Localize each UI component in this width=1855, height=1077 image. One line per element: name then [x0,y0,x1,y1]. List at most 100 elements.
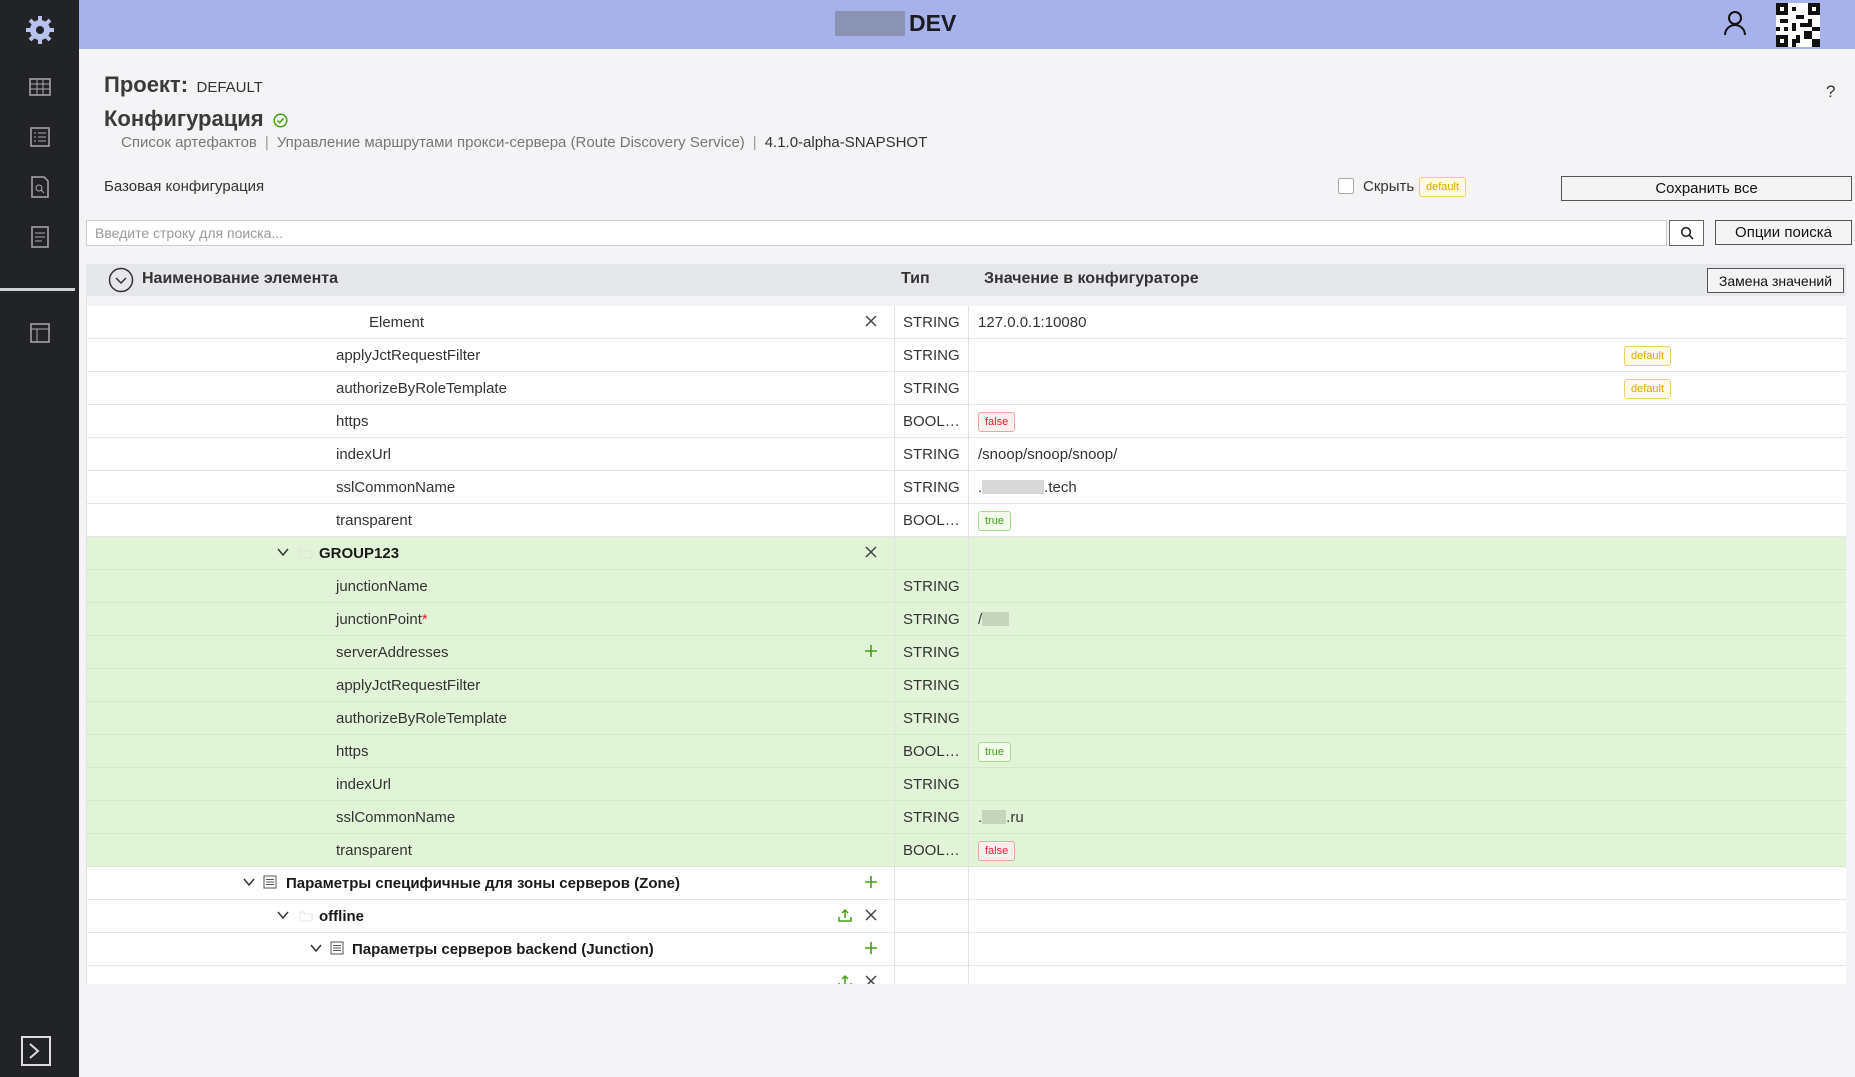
table-row[interactable]: junctionName STRING [87,570,1846,603]
chevron-down-icon[interactable] [242,875,256,889]
help-button[interactable]: ? [1826,82,1835,102]
close-icon[interactable] [864,974,878,984]
boolean-value-tag[interactable]: true [978,742,1011,762]
element-name: indexUrl [336,776,392,793]
table-row[interactable]: https BOOLEAN false [87,405,1846,438]
search-options-button[interactable]: Опции поиска [1715,220,1852,245]
column-value-header: Значение в конфигураторе [984,270,1199,287]
table-row[interactable]: authorizeByRoleTemplate STRING default [87,372,1846,405]
element-value[interactable]: . .ru [978,809,1024,826]
plus-icon[interactable] [864,875,878,889]
search-icon [1680,226,1694,240]
close-icon[interactable] [864,314,878,328]
table-row[interactable]: sslCommonName STRING . .tech [87,471,1846,504]
list-icon[interactable] [0,117,79,157]
breadcrumb: Список артефактов | Управление маршрутами … [121,134,928,151]
collapse-all-icon[interactable] [108,267,134,298]
layout-icon[interactable] [0,313,79,353]
search-input[interactable] [86,220,1667,246]
project-value: DEFAULT [196,79,263,96]
table-row[interactable]: applyJctRequestFilter STRING default [87,339,1846,372]
redacted-logo [835,11,905,36]
element-type: BOOLEAN [903,743,963,760]
qr-code-icon[interactable] [1776,3,1820,52]
close-icon[interactable] [864,908,878,922]
chevron-down-icon[interactable] [276,545,290,559]
boolean-value-tag[interactable]: true [978,511,1011,531]
element-name: authorizeByRoleTemplate [336,380,507,397]
plus-icon[interactable] [864,644,878,658]
group-name: offline [319,908,364,925]
close-icon[interactable] [864,545,878,559]
project-label: Проект: [104,72,189,97]
boolean-value-tag[interactable]: false [978,841,1016,861]
project-heading: Проект: DEFAULT [104,72,263,98]
replace-values-button[interactable]: Замена значений [1707,268,1844,293]
table-grid-icon[interactable] [0,67,79,107]
element-name: sslCommonName [336,479,456,496]
table-row[interactable]: sslCommonName STRING . .ru [87,801,1846,834]
user-icon[interactable] [1723,10,1747,41]
element-type: STRING [903,380,960,397]
breadcrumb-artifacts[interactable]: Список артефактов [121,134,257,151]
element-type: STRING [903,314,960,331]
element-name: applyJctRequestFilter [336,347,481,364]
document-list-icon[interactable] [0,217,79,257]
element-name: authorizeByRoleTemplate [336,710,507,727]
group-name: Параметры серверов backend (Junction) [352,941,654,958]
settings-gear-icon[interactable] [0,10,79,50]
default-tag: default [1419,177,1467,197]
save-all-button[interactable]: Сохранить все [1561,176,1852,201]
table-row-partial[interactable] [87,966,1846,984]
table-row[interactable]: serverAddresses STRING [87,636,1846,669]
chevron-down-icon[interactable] [276,908,290,922]
table-row[interactable]: applyJctRequestFilter STRING [87,669,1846,702]
table-row[interactable]: transparent BOOLEAN true [87,504,1846,537]
element-type: STRING [903,809,960,826]
redacted-text [982,810,1007,824]
chevron-down-icon[interactable] [309,941,323,955]
element-type: STRING [903,611,960,628]
breadcrumb-version: 4.1.0-alpha-SNAPSHOT [764,134,928,151]
element-value[interactable]: /snoop/snoop/snoop/ [978,446,1117,463]
table-row[interactable]: junctionPoint* STRING / [87,603,1846,636]
table-row[interactable]: authorizeByRoleTemplate STRING [87,702,1846,735]
table-row[interactable]: indexUrl STRING /snoop/snoop/snoop/ [87,438,1846,471]
terminal-icon[interactable] [21,1036,51,1071]
environment-title: DEV [909,10,957,36]
required-marker: * [421,611,428,628]
table-row[interactable]: indexUrl STRING [87,768,1846,801]
table-row[interactable]: transparent BOOLEAN false [87,834,1846,867]
element-name: junctionPoint* [336,611,428,628]
element-name: junctionName [336,578,428,595]
group-row[interactable]: Параметры специфичные для зоны серверов … [87,867,1846,900]
element-type: STRING [903,446,960,463]
list-box-icon [263,875,277,889]
document-search-icon[interactable] [0,167,79,207]
boolean-value-tag[interactable]: false [978,412,1016,432]
element-type: STRING [903,578,960,595]
element-name: applyJctRequestFilter [336,677,481,694]
column-name-header: Наименование элемента [142,270,339,287]
search-button[interactable] [1669,220,1704,246]
element-value[interactable]: / [978,611,1010,628]
upload-icon[interactable] [838,974,852,984]
group-row[interactable]: offline [87,900,1846,933]
hide-checkbox[interactable] [1338,178,1354,194]
default-tag: default [1624,346,1672,366]
breadcrumb-service[interactable]: Управление маршрутами прокси-сервера (Ro… [277,134,745,151]
group-row[interactable]: GROUP123 [87,537,1846,570]
plus-icon[interactable] [864,941,878,955]
element-value[interactable]: 127.0.0.1:10080 [978,314,1086,331]
group-row[interactable]: Параметры серверов backend (Junction) [87,933,1846,966]
upload-icon[interactable] [838,908,852,922]
sidebar-divider [0,288,75,291]
table-row[interactable]: Element STRING 127.0.0.1:10080 [87,306,1846,339]
element-type: BOOLEAN [903,842,963,859]
element-name: sslCommonName [336,809,456,826]
element-value[interactable]: . .tech [978,479,1077,496]
table-row[interactable]: https BOOLEAN true [87,735,1846,768]
base-config-label: Базовая конфигурация [104,178,265,195]
group-name: Параметры специфичные для зоны серверов … [286,875,680,892]
redacted-text [982,480,1045,494]
